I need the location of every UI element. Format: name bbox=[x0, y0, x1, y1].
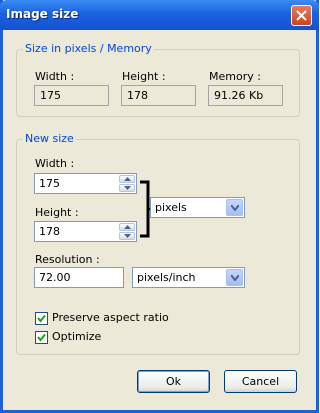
preserve-aspect-ratio-checkbox[interactable] bbox=[35, 312, 48, 325]
arrow-down-icon bbox=[124, 234, 131, 238]
current-height-value: 178 bbox=[127, 89, 148, 102]
size-unit-dropdown-button[interactable] bbox=[226, 199, 243, 216]
dialog-title: Image size bbox=[6, 7, 79, 21]
current-width-label: Width : bbox=[35, 70, 75, 83]
close-icon bbox=[296, 10, 307, 21]
new-width-spinner[interactable]: 175 bbox=[34, 173, 137, 194]
optimize-label[interactable]: Optimize bbox=[52, 330, 101, 343]
arrow-down-icon bbox=[124, 186, 131, 190]
width-decrement-button[interactable] bbox=[119, 184, 135, 192]
new-height-label: Height : bbox=[35, 206, 79, 219]
cancel-button[interactable]: Cancel bbox=[224, 370, 297, 393]
resolution-unit-select[interactable]: pixels/inch bbox=[132, 267, 245, 288]
resolution-unit-value: pixels/inch bbox=[137, 271, 196, 284]
arrow-up-icon bbox=[124, 225, 131, 229]
new-width-value: 175 bbox=[39, 177, 60, 190]
size-unit-value: pixels bbox=[155, 201, 187, 214]
current-width-field: 175 bbox=[34, 85, 109, 106]
checkmark-icon bbox=[37, 333, 46, 342]
new-width-label: Width : bbox=[35, 157, 75, 170]
current-height-field: 178 bbox=[121, 85, 196, 106]
memory-label: Memory : bbox=[209, 70, 261, 83]
current-size-group-title: Size in pixels / Memory bbox=[23, 42, 154, 55]
height-increment-button[interactable] bbox=[119, 223, 135, 231]
title-bar[interactable]: Image size bbox=[0, 0, 319, 30]
optimize-checkbox[interactable] bbox=[35, 331, 48, 344]
resolution-unit-dropdown-button[interactable] bbox=[226, 269, 243, 286]
width-increment-button[interactable] bbox=[119, 175, 135, 183]
ok-button[interactable]: Ok bbox=[137, 370, 210, 393]
new-height-spinner[interactable]: 178 bbox=[34, 221, 137, 242]
size-unit-select[interactable]: pixels bbox=[150, 197, 245, 218]
new-size-group: New size Width : 175 Height : 178 pixels… bbox=[16, 132, 300, 355]
current-width-value: 175 bbox=[40, 89, 61, 102]
close-button[interactable] bbox=[291, 5, 312, 26]
new-size-group-title: New size bbox=[23, 132, 76, 145]
checkmark-icon bbox=[37, 314, 46, 323]
image-size-dialog: Image size Size in pixels / Memory Width… bbox=[0, 0, 319, 413]
current-size-group: Size in pixels / Memory Width : 175 Heig… bbox=[16, 42, 300, 117]
chevron-down-icon bbox=[231, 275, 239, 281]
resolution-label: Resolution : bbox=[35, 253, 100, 266]
arrow-up-icon bbox=[124, 177, 131, 181]
height-decrement-button[interactable] bbox=[119, 232, 135, 240]
resolution-input[interactable]: 72.00 bbox=[34, 267, 124, 288]
new-height-value: 178 bbox=[39, 225, 60, 238]
memory-value: 91.26 Kb bbox=[214, 89, 264, 102]
chevron-down-icon bbox=[231, 205, 239, 211]
resolution-value: 72.00 bbox=[39, 271, 71, 284]
preserve-aspect-ratio-label[interactable]: Preserve aspect ratio bbox=[52, 311, 169, 324]
memory-field: 91.26 Kb bbox=[208, 85, 283, 106]
current-height-label: Height : bbox=[122, 70, 166, 83]
